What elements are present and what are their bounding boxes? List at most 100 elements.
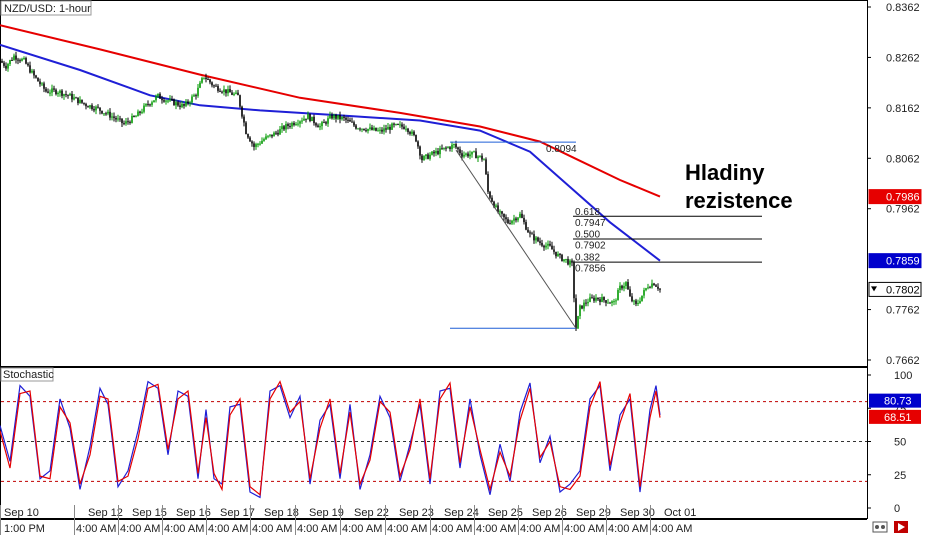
candle-body (465, 153, 467, 155)
candle-body (55, 89, 57, 95)
candle-body (37, 77, 39, 82)
candle-body (529, 232, 531, 234)
candle-body (577, 316, 579, 329)
candle-body (595, 297, 597, 301)
stochastic-tag-label: 80.73 (884, 396, 912, 408)
candle-body (157, 93, 159, 97)
price-tag-label: 0.7859 (886, 256, 920, 268)
candle-body (429, 154, 431, 159)
date-label: Sep 10 (4, 507, 39, 519)
candle-body (543, 245, 545, 248)
candle-body (133, 115, 135, 117)
candle-body (379, 129, 381, 131)
candle-body (455, 144, 457, 148)
candle-body (89, 105, 91, 108)
candle-body (13, 55, 15, 61)
candle-body (609, 302, 611, 304)
candle-body (111, 116, 113, 118)
candle-body (471, 151, 473, 155)
date-label: Sep 18 (264, 507, 299, 519)
candle-body (279, 129, 281, 135)
candle-body (569, 260, 571, 265)
candle-body (367, 128, 369, 132)
candle-body (135, 116, 137, 118)
candle-body (545, 245, 547, 248)
candle-body (329, 115, 331, 119)
candle-body (77, 97, 79, 104)
candle-body (495, 205, 497, 208)
candle-body (315, 123, 317, 126)
candle-body (631, 296, 633, 302)
candle-body (437, 150, 439, 155)
candle-body (241, 106, 243, 117)
candle-body (585, 302, 587, 304)
candle-body (277, 132, 279, 135)
candle-body (461, 153, 463, 157)
candle-body (211, 82, 213, 86)
date-label: Sep 22 (354, 507, 389, 519)
candle-body (373, 127, 375, 130)
candle-body (125, 121, 127, 124)
candle-body (215, 85, 217, 87)
candle-body (323, 122, 325, 124)
candle-body (451, 144, 453, 149)
chart-title: NZD/USD: 1-hour (4, 3, 91, 15)
candle-body (563, 259, 565, 262)
fib-price-label: 0.7902 (575, 240, 606, 251)
candle-body (263, 139, 265, 141)
candle-body (161, 98, 163, 101)
candle-body (271, 134, 273, 137)
candle-body (447, 147, 449, 149)
candle-body (513, 218, 515, 221)
scroll-right-icon[interactable] (894, 521, 908, 533)
candle-body (201, 78, 203, 83)
candle-body (519, 213, 521, 218)
candle-body (403, 126, 405, 129)
candle-body (359, 128, 361, 130)
stochastic-tag-label: 68.51 (884, 412, 912, 424)
candle-body (95, 106, 97, 111)
candle-body (265, 136, 267, 140)
price-tick-label: 0.7762 (886, 305, 920, 317)
candle-body (417, 141, 419, 147)
candle-body (143, 105, 145, 112)
candle-body (65, 94, 67, 96)
candle-body (7, 64, 9, 69)
candle-body (159, 93, 161, 99)
candle-body (129, 121, 131, 123)
candle-body (499, 211, 501, 213)
candle-body (481, 155, 483, 160)
candle-body (25, 58, 27, 64)
candle-body (391, 123, 393, 130)
candle-body (139, 111, 141, 113)
scroll-toggle-icon[interactable] (872, 521, 888, 533)
candle-body (635, 300, 637, 304)
candle-body (313, 116, 315, 124)
candle-body (445, 147, 447, 149)
candle-body (311, 116, 313, 122)
time-label: 4:00 AM (564, 523, 604, 535)
candle-body (155, 96, 157, 101)
candle-body (145, 103, 147, 106)
time-label: 4:00 AM (164, 523, 204, 535)
candle-body (459, 149, 461, 154)
candle-body (611, 301, 613, 303)
candle-body (301, 120, 303, 122)
price-tag-label: 0.7802 (886, 284, 920, 296)
candle-body (23, 58, 25, 60)
candle-body (539, 241, 541, 243)
candle-body (219, 90, 221, 92)
candle-body (419, 146, 421, 156)
candle-body (75, 97, 77, 99)
fib-price-label: 0.7947 (575, 218, 606, 229)
candle-body (597, 297, 599, 300)
candle-body (31, 70, 33, 73)
candle-body (621, 285, 623, 289)
candle-body (599, 299, 601, 302)
candle-body (629, 289, 631, 297)
date-label: Sep 19 (309, 507, 344, 519)
candle-body (229, 89, 231, 93)
candle-body (103, 113, 105, 115)
candle-body (487, 174, 489, 192)
candle-body (119, 118, 121, 120)
